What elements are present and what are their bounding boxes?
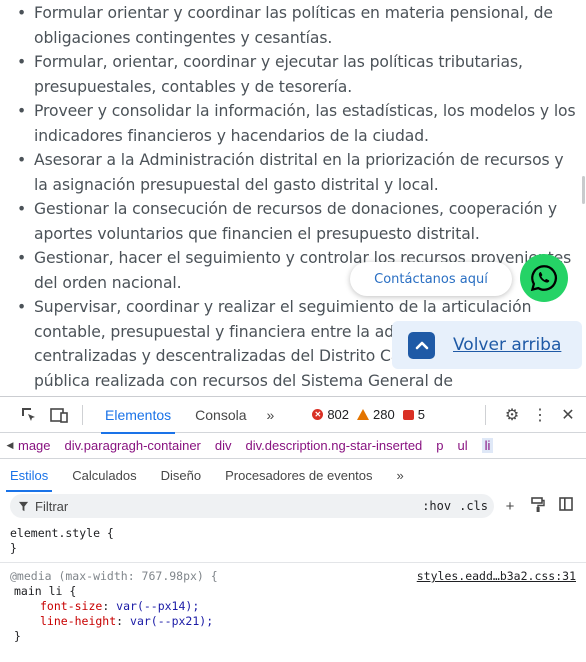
close-icon[interactable]: ✕ — [556, 405, 580, 425]
whatsapp-icon — [530, 265, 558, 292]
property-name[interactable]: line-height — [40, 614, 116, 628]
styles-pane: element.style { } @media (max-width: 767… — [0, 520, 586, 644]
devtools-panel: Elementos Consola » ✕ 802 280 5 ⚙ ⋮ ✕ ◀ — [0, 396, 586, 662]
error-count: 802 — [327, 407, 350, 422]
property-value[interactable]: var(--px21); — [130, 614, 213, 628]
sidebar-toggle-icon[interactable] — [554, 497, 578, 515]
stylesheet-source-link[interactable]: styles.eadd…b3a2.css:31 — [417, 569, 576, 584]
issues-counter[interactable]: 5 — [402, 407, 425, 422]
breadcrumb-item[interactable]: p — [436, 438, 443, 453]
list-item: Formular, orientar, coordinar y ejecutar… — [17, 50, 576, 99]
property-name[interactable]: font-size — [40, 599, 102, 613]
paint-roller-icon[interactable] — [526, 496, 550, 516]
breadcrumb-item[interactable]: div — [215, 438, 232, 453]
property-value[interactable]: var(--px14); — [116, 599, 199, 613]
breadcrumb-item-selected[interactable]: li — [481, 438, 494, 453]
add-rule-icon[interactable]: + — [498, 498, 522, 515]
whatsapp-label: Contáctanos aquí — [374, 271, 488, 287]
rule-close-brace: } — [10, 541, 17, 555]
toolbar-divider — [82, 404, 83, 425]
breadcrumb-item[interactable]: div.description.ng-star-inserted — [246, 438, 423, 453]
more-subtabs-button[interactable]: » — [397, 459, 404, 492]
styles-filter-bar: :hov .cls + — [10, 492, 578, 520]
error-icon: ✕ — [312, 409, 324, 420]
list-item: Proveer y consolidar la información, las… — [17, 99, 576, 148]
rule-divider — [0, 562, 586, 563]
styles-subtabs: Estilos Calculados Diseño Procesadores d… — [0, 459, 586, 492]
chevron-up-icon — [408, 331, 435, 359]
media-query: @media (max-width: 767.98px) { — [10, 569, 218, 583]
error-counter[interactable]: ✕ 802 — [312, 407, 349, 422]
element-style-selector: element.style { — [10, 526, 114, 540]
issues-icon — [402, 409, 414, 420]
breadcrumb-item[interactable]: mage — [18, 438, 51, 453]
subtab-event-listeners[interactable]: Procesadores de eventos — [225, 459, 372, 492]
list-item: Asesorar a la Administración distrital e… — [17, 148, 576, 197]
filter-icon — [18, 501, 29, 511]
warning-counter[interactable]: 280 — [357, 407, 395, 422]
warning-count: 280 — [373, 407, 395, 422]
breadcrumb-item[interactable]: div.paragragh-container — [65, 438, 201, 453]
whatsapp-tooltip[interactable]: Contáctanos aquí — [350, 262, 512, 296]
device-toolbar-icon[interactable] — [48, 404, 70, 426]
css-property[interactable]: font-size: var(--px14); — [10, 599, 576, 614]
rule-close-brace: } — [14, 629, 21, 643]
filter-input[interactable] — [35, 498, 235, 514]
css-property[interactable]: line-height: var(--px21); — [10, 614, 576, 629]
page-content: Formular orientar y coordinar las políti… — [0, 0, 586, 396]
scroll-left-icon[interactable]: ◀ — [2, 440, 18, 451]
subtab-computed[interactable]: Calculados — [72, 459, 136, 492]
breadcrumb-item[interactable]: ul — [458, 438, 468, 453]
toolbar-right-actions: ⚙ ⋮ ✕ — [485, 397, 580, 433]
whatsapp-button[interactable] — [520, 254, 568, 302]
rule-selector: main li { — [14, 584, 77, 598]
hover-state-toggle[interactable]: :hov — [422, 499, 451, 513]
dom-breadcrumb: ◀ mage div.paragragh-container div div.d… — [0, 433, 586, 459]
issues-count: 5 — [417, 407, 425, 422]
warning-icon — [357, 409, 370, 420]
back-to-top-label: Volver arriba — [453, 335, 562, 355]
list-item: Gestionar la consecución de recursos de … — [17, 197, 576, 246]
devtools-toolbar: Elementos Consola » ✕ 802 280 5 ⚙ ⋮ ✕ — [0, 397, 586, 434]
tab-elements[interactable]: Elementos — [93, 397, 183, 434]
element-style-rule[interactable]: element.style { } — [0, 526, 586, 556]
inspect-element-icon[interactable] — [18, 404, 40, 426]
toolbar-divider — [485, 405, 486, 425]
back-to-top-button[interactable]: Volver arriba — [392, 321, 582, 369]
page-scrollbar[interactable] — [582, 176, 585, 204]
filter-field[interactable]: :hov .cls — [10, 494, 494, 518]
issue-counters[interactable]: ✕ 802 280 5 — [312, 407, 433, 422]
gear-icon[interactable]: ⚙ — [500, 405, 524, 425]
more-tabs-button[interactable]: » — [259, 407, 283, 423]
subtab-layout[interactable]: Diseño — [161, 459, 201, 492]
class-toggle[interactable]: .cls — [459, 499, 488, 513]
kebab-menu-icon[interactable]: ⋮ — [528, 405, 552, 425]
subtab-styles[interactable]: Estilos — [5, 459, 53, 492]
tab-console[interactable]: Consola — [183, 397, 258, 433]
list-item: Formular orientar y coordinar las políti… — [17, 1, 576, 50]
media-rule[interactable]: @media (max-width: 767.98px) { styles.ea… — [0, 569, 586, 644]
